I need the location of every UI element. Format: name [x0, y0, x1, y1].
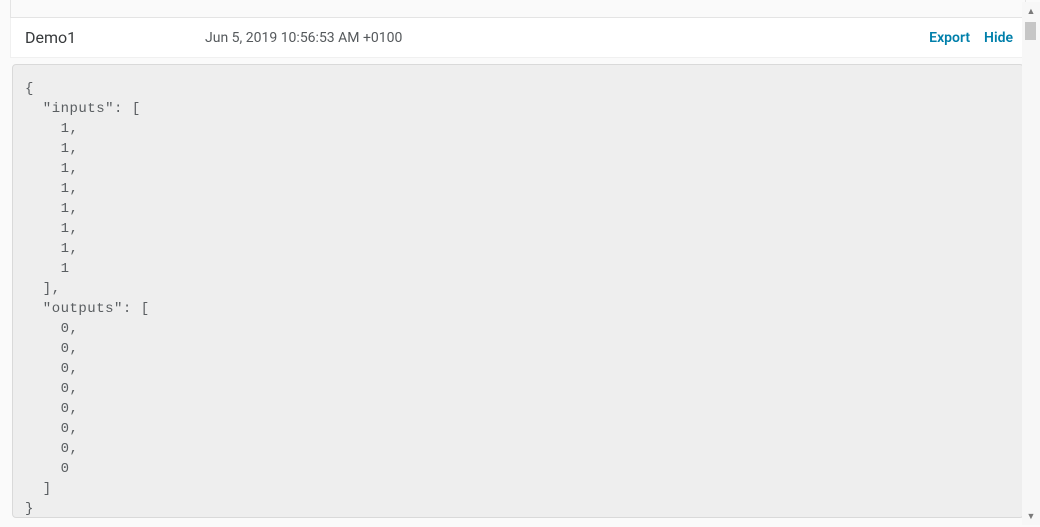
hide-button[interactable]: Hide: [984, 30, 1013, 46]
item-title: Demo1: [25, 28, 205, 47]
scroll-up-arrow-icon[interactable]: ▲: [1022, 2, 1040, 20]
code-panel: { "inputs": [ 1, 1, 1, 1, 1, 1, 1, 1 ], …: [12, 64, 1024, 518]
upper-panel-edge: [10, 0, 1026, 18]
item-header: Demo1 Jun 5, 2019 10:56:53 AM +0100 Expo…: [10, 18, 1026, 58]
scroll-down-arrow-icon[interactable]: ▼: [1022, 507, 1040, 525]
item-timestamp: Jun 5, 2019 10:56:53 AM +0100: [205, 30, 402, 46]
export-button[interactable]: Export: [929, 30, 970, 46]
scroll-thumb[interactable]: [1025, 22, 1036, 40]
code-content: { "inputs": [ 1, 1, 1, 1, 1, 1, 1, 1 ], …: [25, 79, 1011, 518]
vertical-scrollbar[interactable]: ▲ ▼: [1022, 2, 1040, 525]
scroll-track[interactable]: [1022, 20, 1040, 507]
